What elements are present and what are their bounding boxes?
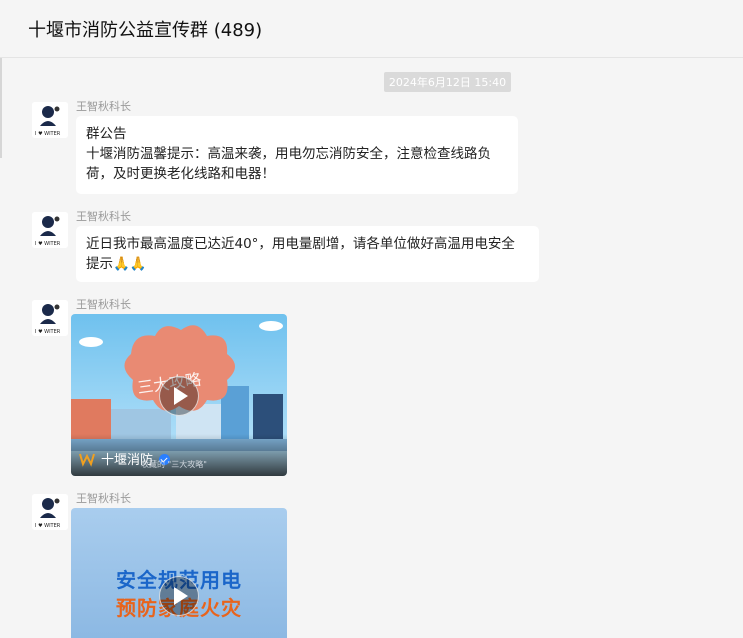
timestamp-row: 2024年6月12日 15:40 — [0, 71, 743, 92]
avatar[interactable]: I ♥ WITER — [32, 102, 68, 138]
chat-header: 十堰市消防公益宣传群 (489) — [0, 0, 743, 58]
avatar[interactable]: I ♥ WITER — [32, 300, 68, 336]
brand-logo-icon — [79, 453, 95, 467]
message-list[interactable]: 2024年6月12日 15:40 I ♥ WITER 王智秋科长 群公告 十堰消… — [0, 59, 743, 638]
svg-text:I ♥ WITER: I ♥ WITER — [35, 523, 61, 529]
svg-text:I ♥ WITER: I ♥ WITER — [35, 329, 61, 335]
avatar-icon: I ♥ WITER — [32, 212, 68, 248]
sender-name[interactable]: 王智秋科长 — [76, 208, 131, 224]
message-line: 群公告 — [86, 126, 127, 142]
avatar[interactable]: I ♥ WITER — [32, 494, 68, 530]
svg-text:I ♥ WITER: I ♥ WITER — [35, 131, 61, 137]
message-bubble[interactable]: 近日我市最高温度已达近40°，用电量剧增，请各单位做好高温用电安全 提示🙏🙏 — [76, 226, 539, 282]
play-icon[interactable] — [159, 576, 199, 616]
svg-text:I ♥ WITER: I ♥ WITER — [35, 241, 61, 247]
video-thumbnail[interactable]: 安全规范用电 预防家庭火灾 — [71, 508, 287, 638]
message-line: 提示🙏🙏 — [86, 256, 147, 272]
sender-name[interactable]: 王智秋科长 — [76, 296, 131, 312]
chat-title[interactable]: 十堰市消防公益宣传群 (489) — [28, 16, 262, 42]
sender-name[interactable]: 王智秋科长 — [76, 98, 131, 114]
message-line: 十堰消防温馨提示：高温来袭，用电勿忘消防安全，注意检查线路负 — [86, 146, 491, 162]
avatar-icon: I ♥ WITER — [32, 102, 68, 138]
message-line: 近日我市最高温度已达近40°，用电量剧增，请各单位做好高温用电安全 — [86, 236, 515, 252]
avatar[interactable]: I ♥ WITER — [32, 212, 68, 248]
timestamp: 2024年6月12日 15:40 — [383, 72, 512, 92]
avatar-icon: I ♥ WITER — [32, 494, 68, 530]
avatar-icon: I ♥ WITER — [32, 300, 68, 336]
message-bubble[interactable]: 群公告 十堰消防温馨提示：高温来袭，用电勿忘消防安全，注意检查线路负 荷，及时更… — [76, 116, 518, 194]
message-line: 荷，及时更换老化线路和电器！ — [86, 166, 275, 182]
video-caption: 收藏的 "三大攻略" — [141, 460, 207, 469]
sender-name[interactable]: 王智秋科长 — [76, 490, 131, 506]
play-icon[interactable] — [159, 376, 199, 416]
video-thumbnail[interactable]: 三大攻略 十堰消防 收藏的 "三大攻略" — [71, 314, 287, 476]
